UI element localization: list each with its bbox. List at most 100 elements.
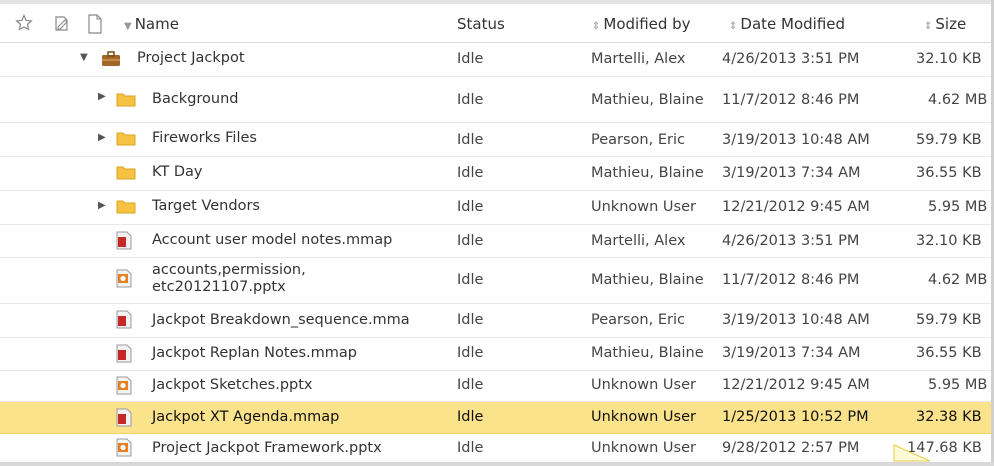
item-modified-by: Unknown User <box>591 199 696 215</box>
table-row[interactable]: Account user model notes.mmap Idle Marte… <box>0 225 991 258</box>
sort-toggle-icon: ⇕ <box>592 21 601 32</box>
item-modified-by: Mathieu, Blaine <box>591 165 704 181</box>
item-status: Idle <box>457 440 484 456</box>
item-name[interactable]: Background <box>152 91 239 107</box>
mmap-file-icon <box>116 408 132 431</box>
collapsed-twisty-icon[interactable]: ▶ <box>98 200 106 211</box>
item-size: 5.95 MB <box>928 377 988 393</box>
pptx-file-icon <box>116 269 132 292</box>
folder-icon <box>116 131 136 150</box>
collapsed-twisty-icon[interactable]: ▶ <box>98 132 106 143</box>
item-name[interactable]: Project Jackpot <box>137 50 245 66</box>
column-modified-by-label: Modified by <box>603 15 691 33</box>
table-row[interactable]: Project Jackpot Framework.pptx Idle Unkn… <box>0 434 991 462</box>
item-name[interactable]: Jackpot Sketches.pptx <box>152 377 313 393</box>
item-status: Idle <box>457 272 484 288</box>
table-row[interactable]: ▼ Project Jackpot Idle Martelli, Alex 4/… <box>0 43 991 77</box>
table-row[interactable]: Jackpot Breakdown_sequence.mma Idle Pear… <box>0 304 991 338</box>
collapsed-twisty-icon[interactable]: ▶ <box>98 91 106 102</box>
item-status: Idle <box>457 132 484 148</box>
item-modified-by: Unknown User <box>591 440 696 456</box>
item-date-modified: 4/26/2013 3:51 PM <box>722 51 860 67</box>
star-icon[interactable] <box>15 14 33 36</box>
item-date-modified: 11/7/2012 8:46 PM <box>722 92 860 108</box>
item-name[interactable]: KT Day <box>152 164 202 180</box>
item-size: 32.10 KB <box>916 233 982 249</box>
table-row[interactable]: Jackpot Replan Notes.mmap Idle Mathieu, … <box>0 338 991 371</box>
item-name[interactable]: Project Jackpot Framework.pptx <box>152 440 382 456</box>
pptx-file-icon <box>116 438 132 461</box>
column-size-label: Size <box>935 15 967 33</box>
item-size: 59.79 KB <box>916 312 982 328</box>
item-size: 4.62 MB <box>928 92 988 108</box>
item-status: Idle <box>457 92 484 108</box>
table-row[interactable]: accounts,permission, etc20121107.pptx Idl… <box>0 258 991 304</box>
folder-icon <box>116 165 136 184</box>
item-status: Idle <box>457 51 484 67</box>
column-size[interactable]: ⇕ Size <box>924 15 966 33</box>
column-date-modified[interactable]: ⇕ Date Modified <box>729 15 845 33</box>
briefcase-icon <box>101 51 121 71</box>
column-name[interactable]: ▼ Name <box>124 15 179 33</box>
pptx-file-icon <box>116 376 132 399</box>
item-modified-by: Mathieu, Blaine <box>591 92 704 108</box>
mmap-file-icon <box>116 310 132 333</box>
item-modified-by: Unknown User <box>591 377 696 393</box>
document-icon[interactable] <box>87 14 103 38</box>
item-modified-by: Unknown User <box>591 409 696 425</box>
table-row[interactable]: ▶ Fireworks Files Idle Pearson, Eric 3/1… <box>0 123 991 157</box>
file-list-panel: ▼ Name Status ⇕ Modified by ⇕ Date Modified… <box>0 0 994 462</box>
checkout-icon[interactable] <box>52 14 72 38</box>
item-size: 36.55 KB <box>916 345 982 361</box>
sort-toggle-icon: ⇕ <box>729 21 738 32</box>
item-name-line2: etc20121107.pptx <box>152 279 286 295</box>
item-name[interactable]: Fireworks Files <box>152 130 257 146</box>
sort-toggle-icon: ⇕ <box>924 21 933 32</box>
column-date-modified-label: Date Modified <box>740 15 846 33</box>
item-modified-by: Mathieu, Blaine <box>591 272 704 288</box>
item-name[interactable]: Account user model notes.mmap <box>152 232 392 248</box>
item-status: Idle <box>457 312 484 328</box>
item-modified-by: Pearson, Eric <box>591 132 685 148</box>
item-date-modified: 11/7/2012 8:46 PM <box>722 272 860 288</box>
item-date-modified: 1/25/2013 10:52 PM <box>722 409 869 425</box>
item-status: Idle <box>457 199 484 215</box>
item-date-modified: 4/26/2013 3:51 PM <box>722 233 860 249</box>
sort-down-icon: ▼ <box>124 21 132 32</box>
item-modified-by: Mathieu, Blaine <box>591 345 704 361</box>
table-row[interactable]: Jackpot Sketches.pptx Idle Unknown User … <box>0 371 991 402</box>
item-name[interactable]: accounts,permission, etc20121107.pptx <box>152 262 306 296</box>
column-name-label: Name <box>134 15 179 33</box>
item-size: 5.95 MB <box>928 199 988 215</box>
folder-icon <box>116 92 136 111</box>
table-row[interactable]: KT Day Idle Mathieu, Blaine 3/19/2013 7:… <box>0 157 991 191</box>
item-modified-by: Martelli, Alex <box>591 51 686 67</box>
item-date-modified: 12/21/2012 9:45 AM <box>722 199 870 215</box>
item-size: 59.79 KB <box>916 132 982 148</box>
item-date-modified: 3/19/2013 10:48 AM <box>722 132 870 148</box>
column-header-bar: ▼ Name Status ⇕ Modified by ⇕ Date Modified… <box>0 6 991 43</box>
item-status: Idle <box>457 345 484 361</box>
item-status: Idle <box>457 409 484 425</box>
item-size: 32.38 KB <box>916 409 982 425</box>
column-status-label: Status <box>457 15 505 33</box>
item-size: 36.55 KB <box>916 165 982 181</box>
mmap-file-icon <box>116 231 132 254</box>
item-status: Idle <box>457 165 484 181</box>
item-name[interactable]: Jackpot XT Agenda.mmap <box>152 409 339 425</box>
item-date-modified: 12/21/2012 9:45 AM <box>722 377 870 393</box>
item-status: Idle <box>457 233 484 249</box>
expanded-twisty-icon[interactable]: ▼ <box>80 52 88 63</box>
column-status[interactable]: Status <box>457 15 505 33</box>
item-modified-by: Martelli, Alex <box>591 233 686 249</box>
item-date-modified: 3/19/2013 10:48 AM <box>722 312 870 328</box>
item-name[interactable]: Jackpot Replan Notes.mmap <box>152 345 357 361</box>
table-row[interactable]: ▶ Background Idle Mathieu, Blaine 11/7/2… <box>0 77 991 123</box>
item-name[interactable]: Target Vendors <box>152 198 260 214</box>
table-row[interactable]: ▶ Target Vendors Idle Unknown User 12/21… <box>0 191 991 225</box>
table-row-selected[interactable]: Jackpot XT Agenda.mmap Idle Unknown User… <box>0 402 991 434</box>
item-date-modified: 3/19/2013 7:34 AM <box>722 345 861 361</box>
column-modified-by[interactable]: ⇕ Modified by <box>592 15 691 33</box>
item-name-line1: accounts,permission, <box>152 262 306 278</box>
item-name[interactable]: Jackpot Breakdown_sequence.mma <box>152 312 410 328</box>
